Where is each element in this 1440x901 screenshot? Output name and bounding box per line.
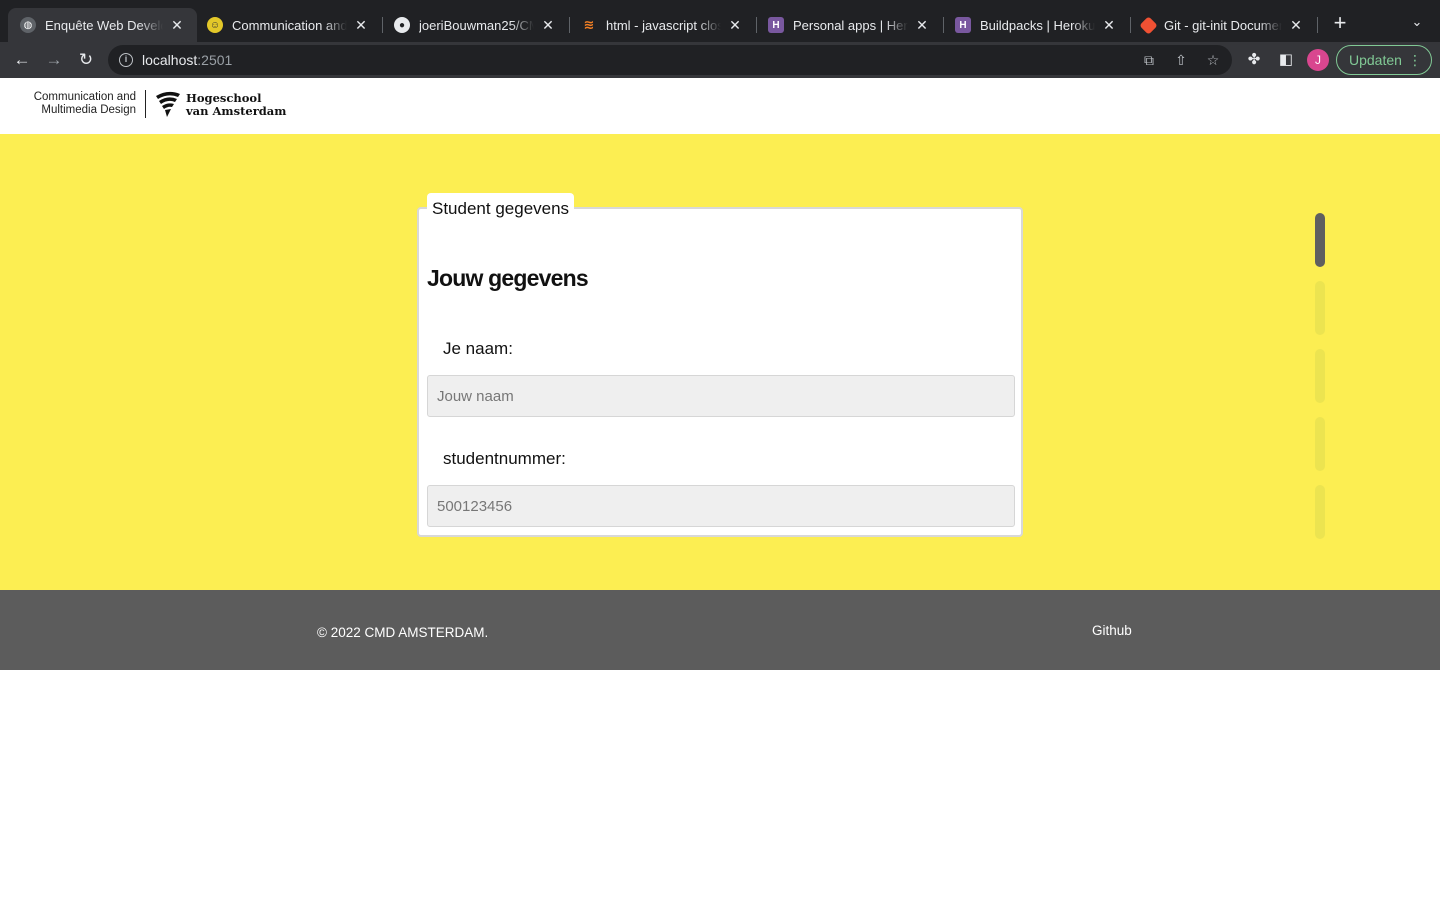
- globe-icon: ◍: [20, 17, 36, 33]
- section-heading: Jouw gegevens: [427, 265, 589, 291]
- update-button[interactable]: Updaten ⋮: [1336, 45, 1432, 75]
- update-button-label: Updaten: [1349, 52, 1402, 68]
- close-tab-icon[interactable]: ✕: [540, 17, 556, 34]
- browser-tab-github[interactable]: ● joeriBouwman25/CMD ✕: [382, 8, 568, 42]
- tab-title: Buildpacks | Heroku Dev: [980, 17, 1095, 33]
- close-tab-icon[interactable]: ✕: [1288, 17, 1304, 34]
- share-icon[interactable]: ⇧: [1171, 50, 1191, 70]
- student-number-input[interactable]: [427, 485, 1015, 527]
- cmd-icon: ☺: [207, 17, 223, 33]
- logo-line: van Amsterdam: [186, 104, 287, 118]
- tab-title: joeriBouwman25/CMD: [419, 17, 534, 33]
- side-panel-icon[interactable]: ◧: [1276, 50, 1296, 70]
- logo-line: Multimedia Design: [41, 104, 136, 116]
- close-tab-icon[interactable]: ✕: [353, 17, 369, 34]
- progress-step-3[interactable]: [1315, 349, 1325, 403]
- heroku-icon: H: [955, 17, 971, 33]
- student-details-fieldset: Student gegevens Jouw gegevens Je naam: …: [417, 193, 1023, 537]
- logo-line: Communication and: [33, 91, 136, 103]
- tab-title: Git - git-init Documentation: [1164, 17, 1282, 33]
- name-label: Je naam:: [443, 339, 513, 358]
- address-url[interactable]: localhost:2501: [142, 52, 232, 68]
- open-in-app-icon[interactable]: ⧉: [1139, 50, 1159, 70]
- heroku-icon: H: [768, 17, 784, 33]
- fieldset-legend: Student gegevens: [427, 193, 575, 219]
- browser-tab-heroku-buildpacks[interactable]: H Buildpacks | Heroku Dev ✕: [943, 8, 1129, 42]
- close-tab-icon[interactable]: ✕: [169, 17, 185, 34]
- main-content: Student gegevens Jouw gegevens Je naam: …: [0, 134, 1440, 590]
- browser-tab-cmd[interactable]: ☺ Communication and Multimedia Design ✕: [195, 8, 381, 42]
- git-icon: [1139, 15, 1158, 35]
- progress-step-1[interactable]: [1315, 213, 1325, 267]
- site-info-icon[interactable]: i: [119, 53, 133, 67]
- more-menu-icon[interactable]: ⋮: [1408, 46, 1422, 74]
- profile-avatar[interactable]: J: [1307, 49, 1329, 71]
- browser-tab-git[interactable]: Git - git-init Documentation ✕: [1130, 8, 1316, 42]
- close-tab-icon[interactable]: ✕: [1101, 17, 1117, 34]
- close-tab-icon[interactable]: ✕: [727, 17, 743, 34]
- tab-title: Enquête Web Development: [45, 17, 163, 33]
- browser-tab-enquete[interactable]: ◍ Enquête Web Development ✕: [8, 8, 197, 42]
- name-input[interactable]: [427, 375, 1015, 417]
- tab-title: Personal apps | Heroku: [793, 17, 908, 33]
- hva-logo-text: Hogeschool van Amsterdam: [186, 92, 286, 118]
- bookmark-star-icon[interactable]: ☆: [1203, 50, 1223, 70]
- cmd-logo-text: Communication and Multimedia Design: [24, 91, 136, 117]
- github-icon: ●: [394, 17, 410, 33]
- site-footer: © 2022 CMD AMSTERDAM. Github: [0, 590, 1440, 670]
- tab-separator: [1317, 17, 1318, 33]
- address-bar[interactable]: i localhost:2501 ⧉ ⇧ ☆: [108, 45, 1232, 75]
- extensions-puzzle-icon[interactable]: ✤: [1244, 50, 1264, 70]
- progress-step-5[interactable]: [1315, 485, 1325, 539]
- tab-title: html - javascript close: [606, 17, 721, 33]
- logo-divider: [145, 90, 146, 118]
- new-tab-icon[interactable]: +: [1330, 12, 1350, 34]
- reload-icon[interactable]: ↻: [74, 48, 98, 72]
- url-host: localhost: [142, 52, 198, 68]
- browser-tab-heroku-apps[interactable]: H Personal apps | Heroku ✕: [756, 8, 942, 42]
- stackoverflow-icon: ≋: [583, 17, 595, 32]
- github-link[interactable]: Github: [1092, 623, 1132, 638]
- tab-title: Communication and Multimedia Design: [232, 17, 347, 33]
- hva-logo-icon: [156, 91, 180, 117]
- progress-step-4[interactable]: [1315, 417, 1325, 471]
- student-number-label: studentnummer:: [443, 449, 566, 468]
- copyright-text: © 2022 CMD AMSTERDAM.: [317, 625, 489, 640]
- tab-search-chevron-icon[interactable]: ⌄: [1408, 14, 1426, 32]
- browser-tab-stackoverflow[interactable]: ≋ html - javascript close ✕: [569, 8, 755, 42]
- browser-toolbar: ← → ↻ i localhost:2501 ⧉ ⇧ ☆ ✤ ◧ J Updat…: [0, 42, 1440, 78]
- browser-tab-strip: ◍ Enquête Web Development ✕ ☺ Communicat…: [0, 0, 1440, 42]
- back-arrow-icon[interactable]: ←: [10, 48, 34, 72]
- url-port: :2501: [197, 52, 233, 68]
- forward-arrow-icon[interactable]: →: [42, 48, 66, 72]
- site-header: Communication and Multimedia Design Hoge…: [0, 78, 1440, 134]
- progress-step-2[interactable]: [1315, 281, 1325, 335]
- close-tab-icon[interactable]: ✕: [914, 17, 930, 34]
